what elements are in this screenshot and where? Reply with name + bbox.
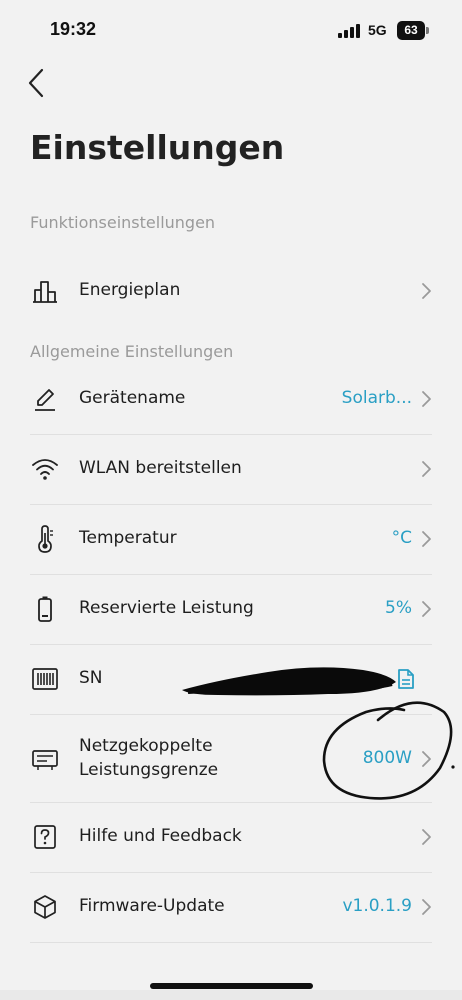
divider — [30, 434, 432, 435]
section-header-function-settings: Funktionseinstellungen — [30, 213, 216, 232]
row-energieplan[interactable]: Energieplan — [30, 270, 432, 312]
row-label: Hilfe und Feedback — [79, 826, 242, 846]
thermometer-icon — [38, 525, 53, 553]
wifi-icon — [32, 459, 58, 480]
row-label: Gerätename — [79, 388, 186, 408]
page-title: Einstellungen — [30, 128, 285, 167]
status-time: 19:32 — [50, 19, 97, 39]
row-geraetename[interactable]: Gerätename Solarb... — [30, 378, 432, 420]
row-label: Temperatur — [79, 528, 177, 548]
row-wlan[interactable]: WLAN bereitstellen — [30, 448, 432, 490]
row-temperatur[interactable]: Temperatur °C — [30, 518, 432, 560]
status-bar: 19:32 5G 63 — [0, 0, 462, 62]
network-type: 5G — [368, 22, 387, 38]
firmware-version-value: v1.0.1.9 — [342, 896, 412, 916]
reserve-power-value: 5% — [385, 598, 412, 618]
divider — [30, 644, 432, 645]
chevron-right-icon — [422, 531, 431, 547]
help-icon — [34, 825, 56, 849]
row-firmware-update[interactable]: Firmware-Update v1.0.1.9 — [30, 886, 432, 928]
row-hilfe-und-feedback[interactable]: Hilfe und Feedback — [30, 816, 432, 858]
row-label: SN — [79, 668, 103, 688]
row-label-line2: Leistungsgrenze — [79, 760, 219, 780]
chevron-right-icon — [422, 601, 431, 617]
battery-icon — [38, 596, 52, 622]
device-name-value: Solarb... — [341, 388, 412, 408]
chevron-right-icon — [422, 899, 431, 915]
chevron-right-icon — [422, 829, 431, 845]
divider — [30, 942, 432, 943]
chevron-left-icon — [28, 68, 44, 98]
cube-icon — [34, 895, 56, 919]
barcode-icon — [32, 668, 58, 690]
battery-icon: 63 — [397, 21, 429, 40]
row-label: Energieplan — [79, 280, 181, 300]
battery-level: 63 — [397, 21, 425, 40]
chevron-right-icon — [422, 461, 431, 477]
edit-icon — [35, 389, 55, 411]
bar-chart-icon — [33, 281, 57, 303]
divider — [30, 872, 432, 873]
divider — [30, 504, 432, 505]
chevron-right-icon — [422, 391, 431, 407]
row-label: WLAN bereitstellen — [79, 458, 242, 478]
temperature-unit-value: °C — [391, 528, 412, 548]
redaction-mark — [182, 667, 396, 696]
row-label-line1: Netzgekoppelte — [79, 736, 213, 756]
back-button[interactable] — [22, 66, 54, 100]
bottom-bar — [0, 990, 462, 1000]
chevron-right-icon — [422, 283, 431, 299]
section-header-general-settings: Allgemeine Einstellungen — [30, 342, 234, 361]
row-reservierte-leistung[interactable]: Reservierte Leistung 5% — [30, 588, 432, 630]
row-label: Reservierte Leistung — [79, 598, 254, 618]
row-label: Firmware-Update — [79, 896, 225, 916]
grid-device-icon — [32, 750, 58, 770]
annotation-circle — [322, 701, 455, 800]
signal-icon — [338, 24, 362, 38]
home-indicator[interactable] — [150, 983, 313, 989]
divider — [30, 574, 432, 575]
